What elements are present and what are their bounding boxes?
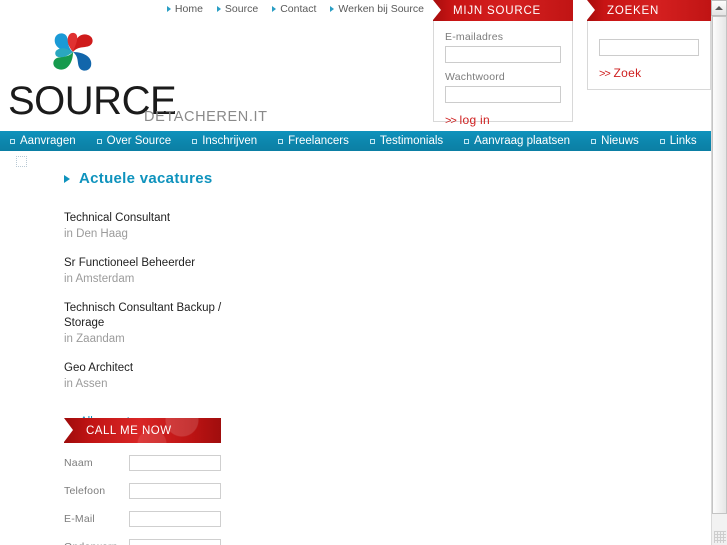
resize-grip-icon[interactable]: [714, 531, 726, 543]
email-label: E-Mail: [64, 513, 95, 525]
triangle-bullet-icon: [330, 6, 335, 12]
vertical-scrollbar[interactable]: [711, 0, 727, 545]
topnav-label: Source: [224, 3, 259, 15]
topnav-item-werken-bij-source[interactable]: Werken bij Source: [330, 3, 424, 15]
square-bullet-icon: [278, 138, 284, 144]
nav-item-testimonials[interactable]: Testimonials: [369, 135, 444, 147]
call-me-now-form: CALL ME NOW Naam Telefoon E-Mail Onderwe…: [64, 418, 221, 545]
search-button[interactable]: >> Zoek: [599, 66, 641, 80]
form-row-email: E-Mail: [64, 511, 221, 527]
search-input[interactable]: [599, 39, 699, 56]
triangle-bullet-icon: [272, 6, 277, 12]
square-bullet-icon: [369, 138, 375, 144]
nav-item-nieuws[interactable]: Nieuws: [591, 135, 639, 147]
vacancy-location: in Assen: [64, 378, 108, 390]
vacancy-item[interactable]: Technical Consultant in Den Haag: [64, 211, 224, 242]
nav-item-label: Testimonials: [379, 135, 444, 147]
browser-page: Home Source Contact Werken bij Source SO…: [0, 0, 727, 545]
naam-label: Naam: [64, 457, 93, 469]
call-me-now-banner[interactable]: CALL ME NOW: [64, 418, 221, 443]
page-viewport: Home Source Contact Werken bij Source SO…: [0, 0, 711, 545]
main-navigation-bar: Aanvragen Over Source Inschrijven Freela…: [0, 131, 711, 151]
page-title: Actuele vacatures: [79, 170, 213, 187]
nav-item-freelancers[interactable]: Freelancers: [278, 135, 349, 147]
login-panel: MIJN SOURCE E-mailadres Wachtwoord >> lo…: [433, 0, 573, 127]
pinwheel-swirl-logo-icon: [53, 32, 93, 71]
login-panel-title: MIJN SOURCE: [433, 0, 573, 21]
scrollbar-thumb[interactable]: [712, 16, 727, 514]
vacancy-location: in Zaandam: [64, 333, 125, 345]
email-field[interactable]: [129, 511, 221, 527]
chevron-up-icon: [715, 6, 723, 10]
password-label: Wachtwoord: [445, 71, 505, 83]
nav-item-links[interactable]: Links: [659, 135, 697, 147]
naam-field[interactable]: [129, 455, 221, 471]
login-button[interactable]: >> log in: [445, 113, 490, 127]
vacancy-role: Technisch Consultant Backup / Storage: [64, 302, 222, 329]
password-field[interactable]: [445, 86, 561, 103]
vacancy-item[interactable]: Geo Architect in Assen: [64, 361, 224, 392]
nav-item-aanvraag-plaatsen[interactable]: Aanvraag plaatsen: [464, 135, 570, 147]
topnav-label: Contact: [280, 3, 317, 15]
triangle-bullet-icon: [166, 6, 171, 12]
login-button-label: log in: [459, 113, 490, 127]
topnav-label: Werken bij Source: [338, 3, 424, 15]
scrollbar-track[interactable]: [712, 16, 727, 530]
square-bullet-icon: [10, 138, 15, 144]
nav-item-label: Inschrijven: [202, 135, 258, 147]
nav-item-over-source[interactable]: Over Source: [96, 135, 172, 147]
square-bullet-icon: [591, 138, 597, 144]
triangle-bullet-icon: [64, 174, 70, 183]
logo-tagline: DETACHEREN.IT: [144, 109, 268, 125]
nav-item-label: Freelancers: [288, 135, 349, 147]
topnav-label: Home: [174, 3, 203, 15]
triangle-bullet-icon: [216, 6, 221, 12]
search-panel-body: >> Zoek: [587, 21, 711, 90]
email-field[interactable]: [445, 46, 561, 63]
vacancies-heading: Actuele vacatures: [64, 170, 314, 187]
nav-item-label: Aanvragen: [20, 135, 76, 147]
site-logo[interactable]: SOURCE DETACHEREN.IT: [8, 26, 308, 124]
vacancy-item[interactable]: Technisch Consultant Backup / Storage in…: [64, 301, 224, 347]
vacancy-role: Geo Architect: [64, 362, 134, 374]
telefoon-label: Telefoon: [64, 485, 106, 497]
nav-item-label: Aanvraag plaatsen: [474, 135, 571, 147]
email-label: E-mailadres: [445, 31, 504, 43]
square-bullet-icon: [96, 138, 102, 144]
form-row-telefoon: Telefoon: [64, 483, 221, 499]
search-button-label: Zoek: [613, 66, 642, 80]
telefoon-field[interactable]: [129, 483, 221, 499]
onderwerp-label: Onderwerp: [64, 541, 129, 545]
double-chevron-icon: >>: [599, 68, 611, 80]
square-bullet-icon: [192, 138, 198, 144]
vacancy-item[interactable]: Sr Functioneel Beheerder in Amsterdam: [64, 256, 224, 287]
top-utility-nav: Home Source Contact Werken bij Source: [0, 0, 432, 18]
topnav-item-source[interactable]: Source: [216, 3, 259, 15]
vacancies-section: Actuele vacatures Technical Consultant i…: [64, 170, 314, 430]
nav-item-aanvragen[interactable]: Aanvragen: [10, 135, 76, 147]
search-panel: ZOEKEN >> Zoek: [587, 0, 711, 90]
vacancy-role: Technical Consultant: [64, 212, 171, 224]
nav-item-label: Over Source: [106, 135, 172, 147]
scroll-up-button[interactable]: [711, 0, 727, 16]
login-panel-body: E-mailadres Wachtwoord >> log in: [433, 21, 573, 127]
nav-item-label: Nieuws: [601, 135, 639, 147]
form-row-onderwerp: Onderwerp: [64, 539, 221, 545]
nav-item-inschrijven[interactable]: Inschrijven: [192, 135, 257, 147]
topnav-item-home[interactable]: Home: [166, 3, 203, 15]
vacancy-location: in Amsterdam: [64, 273, 135, 285]
form-row-naam: Naam: [64, 455, 221, 471]
broken-image-icon: [16, 156, 27, 167]
nav-item-label: Links: [669, 135, 697, 147]
topnav-item-contact[interactable]: Contact: [272, 3, 316, 15]
double-chevron-icon: >>: [445, 115, 457, 127]
onderwerp-field[interactable]: [129, 539, 221, 545]
square-bullet-icon: [464, 138, 470, 144]
search-panel-title: ZOEKEN: [587, 0, 711, 21]
square-bullet-icon: [659, 138, 665, 144]
vacancy-location: in Den Haag: [64, 228, 128, 240]
vacancy-role: Sr Functioneel Beheerder: [64, 257, 196, 269]
